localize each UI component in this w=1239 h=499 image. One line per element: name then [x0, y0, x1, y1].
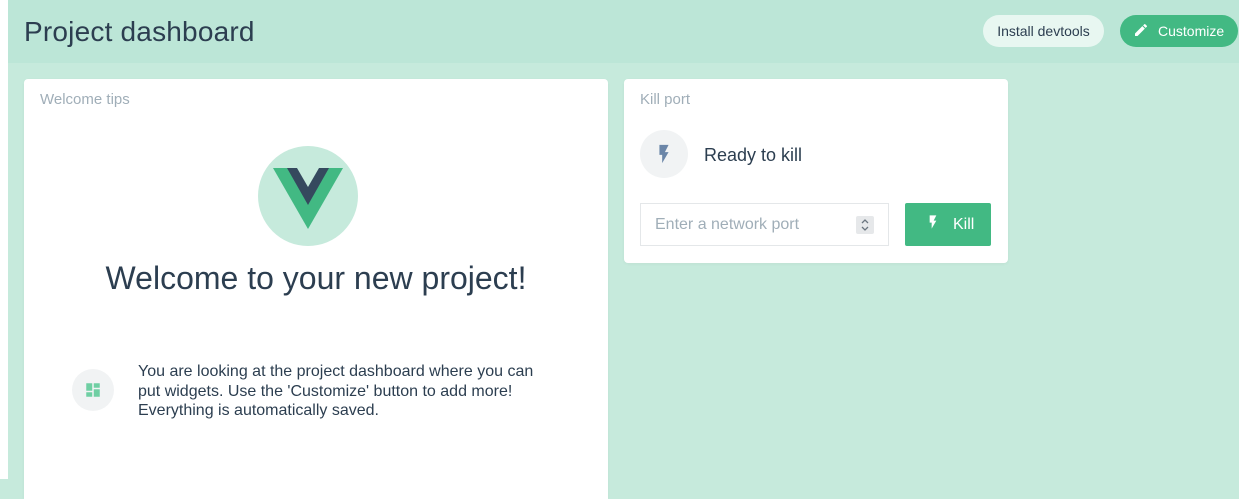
port-input-field: [640, 203, 889, 246]
flash-icon: [925, 212, 941, 237]
flash-icon: [640, 130, 688, 178]
welcome-heading: Welcome to your new project!: [105, 260, 527, 296]
left-edge-strip: [0, 0, 8, 479]
tip-text: You are looking at the project dashboard…: [138, 363, 534, 419]
dashboard-icon: [72, 369, 114, 411]
welcome-tips-widget: Welcome tips Welcome to your new project…: [24, 79, 608, 499]
port-input[interactable]: [641, 204, 851, 245]
install-devtools-button[interactable]: Install devtools: [983, 15, 1104, 47]
vue-logo: [258, 146, 358, 246]
customize-label: Customize: [1158, 23, 1225, 39]
widget-title: Welcome tips: [40, 91, 130, 108]
kill-status-text: Ready to kill: [704, 145, 803, 165]
page-header: Project dashboard Install devtools Custo…: [8, 0, 1239, 63]
install-devtools-label: Install devtools: [997, 23, 1090, 39]
customize-button[interactable]: Customize: [1120, 15, 1238, 47]
page-title: Project dashboard: [24, 16, 255, 47]
kill-port-widget: Kill port Ready to kill Kill: [624, 79, 1008, 263]
widget-title: Kill port: [640, 91, 691, 108]
number-stepper[interactable]: [856, 216, 874, 234]
kill-label: Kill: [953, 215, 975, 233]
kill-button[interactable]: Kill: [905, 203, 991, 246]
pencil-icon: [1133, 22, 1149, 41]
